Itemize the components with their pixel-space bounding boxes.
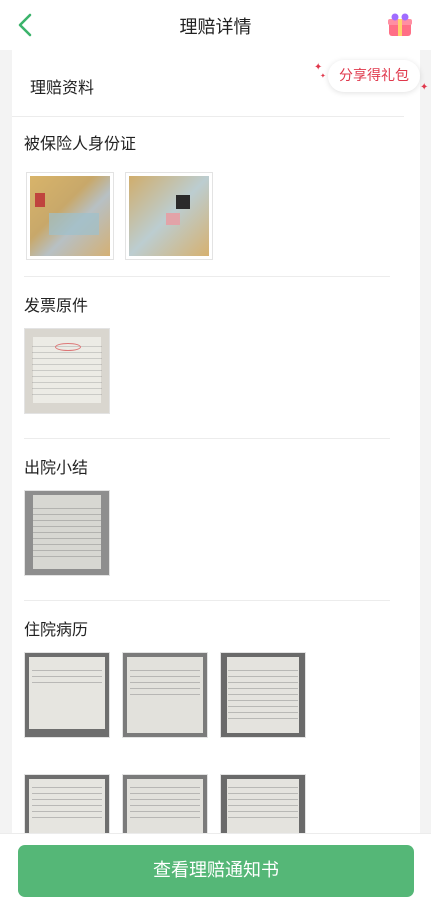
divider	[12, 116, 404, 117]
divider	[24, 438, 390, 439]
divider	[24, 600, 390, 601]
top-bar: 理赔详情	[0, 0, 431, 50]
hospital-record-thumbnail[interactable]	[220, 774, 306, 834]
discharge-summary-heading: 出院小结	[24, 458, 89, 477]
id-card-front-thumbnail[interactable]	[26, 172, 114, 260]
hospital-record-thumbnail[interactable]	[24, 774, 110, 834]
sparkle-icon: ✦	[420, 82, 429, 93]
gift-box-icon[interactable]	[386, 12, 414, 38]
id-card-heading: 被保险人身份证	[24, 134, 137, 153]
invoice-heading: 发票原件	[24, 296, 89, 315]
hospital-records-heading: 住院病历	[24, 620, 89, 639]
share-gift-button[interactable]: 分享得礼包	[328, 60, 420, 92]
claim-docs-heading: 理赔资料	[30, 78, 95, 97]
hospital-record-thumbnail[interactable]	[24, 652, 110, 738]
bottom-bar: 查看理赔通知书	[0, 833, 431, 907]
claim-content-card: 理赔资料 被保险人身份证 发票原件 出院小结 住院病历	[12, 50, 420, 840]
id-card-back-thumbnail[interactable]	[125, 172, 213, 260]
view-claim-notice-button[interactable]: 查看理赔通知书	[18, 845, 414, 897]
discharge-summary-thumbnail[interactable]	[24, 490, 110, 576]
invoice-thumbnail[interactable]	[24, 328, 110, 414]
hospital-record-thumbnail[interactable]	[122, 774, 208, 834]
divider	[24, 276, 390, 277]
hospital-record-thumbnail[interactable]	[220, 652, 306, 738]
page-title: 理赔详情	[179, 17, 252, 38]
hospital-record-thumbnail[interactable]	[122, 652, 208, 738]
sparkle-icon: ✦	[320, 72, 326, 80]
